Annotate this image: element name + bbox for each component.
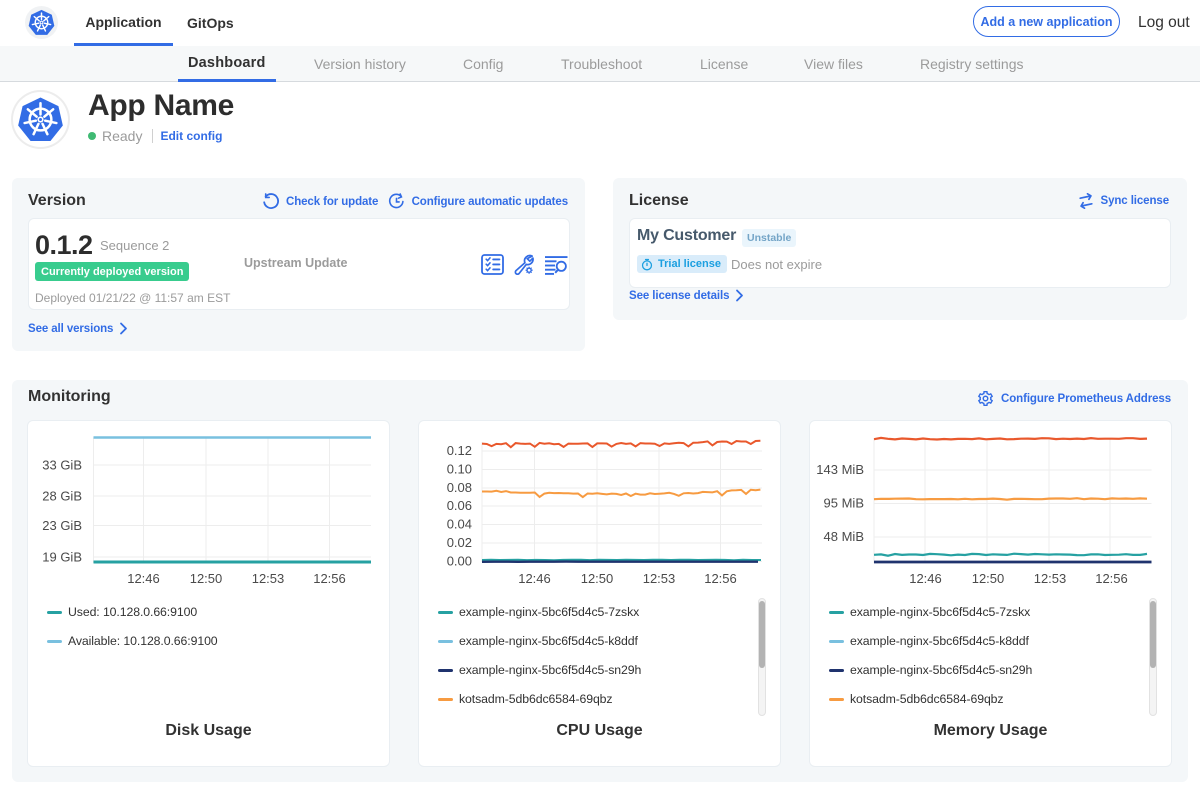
svg-text:0.06: 0.06	[447, 498, 472, 513]
svg-text:12:46: 12:46	[909, 571, 942, 586]
svg-text:143 MiB: 143 MiB	[816, 462, 864, 477]
svg-text:19 GiB: 19 GiB	[42, 550, 82, 565]
svg-text:0.10: 0.10	[447, 462, 472, 477]
svg-text:33 GiB: 33 GiB	[42, 458, 82, 473]
svg-text:23 GiB: 23 GiB	[42, 518, 82, 533]
svg-text:0.08: 0.08	[447, 480, 472, 495]
svg-text:0.12: 0.12	[447, 443, 472, 458]
svg-text:28 GiB: 28 GiB	[42, 489, 82, 504]
svg-text:12:46: 12:46	[127, 571, 160, 586]
svg-text:12:50: 12:50	[581, 571, 614, 586]
svg-text:12:50: 12:50	[972, 571, 1005, 586]
svg-text:12:50: 12:50	[190, 571, 223, 586]
svg-text:48 MiB: 48 MiB	[824, 529, 864, 544]
svg-text:0.00: 0.00	[447, 554, 472, 569]
svg-text:12:46: 12:46	[518, 571, 551, 586]
svg-text:0.04: 0.04	[447, 517, 472, 532]
svg-text:12:53: 12:53	[252, 571, 285, 586]
svg-text:12:56: 12:56	[704, 571, 737, 586]
svg-text:95 MiB: 95 MiB	[824, 496, 864, 511]
svg-text:0.02: 0.02	[447, 535, 472, 550]
svg-text:12:53: 12:53	[1034, 571, 1067, 586]
svg-text:12:56: 12:56	[313, 571, 346, 586]
svg-text:12:53: 12:53	[643, 571, 676, 586]
svg-text:12:56: 12:56	[1095, 571, 1128, 586]
